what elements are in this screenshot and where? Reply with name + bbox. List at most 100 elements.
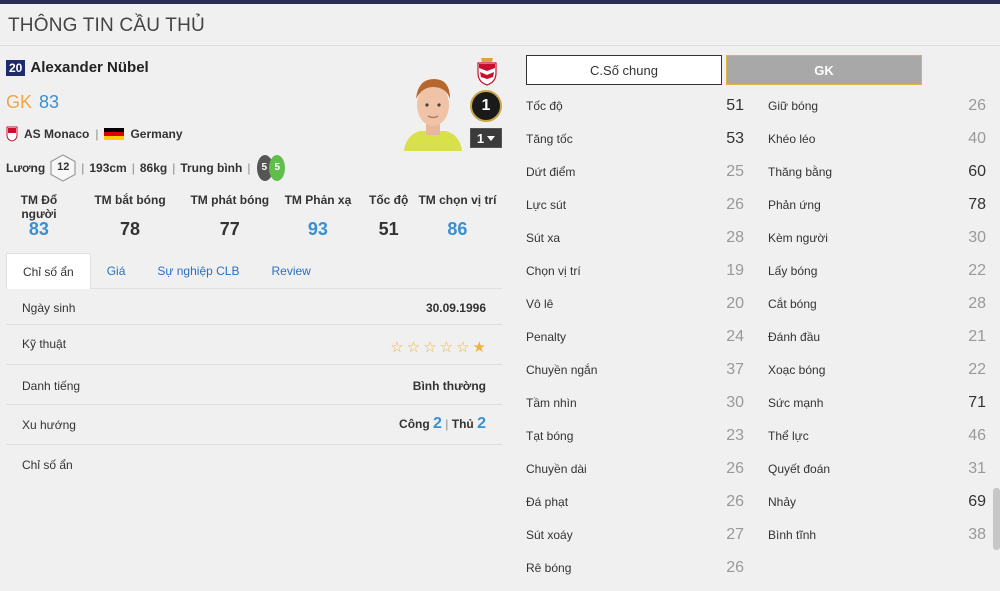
hidden-stats-label: Chỉ số ẩn [22,458,73,472]
stat-value: 28 [968,294,986,312]
gk-stats-button[interactable]: GK [726,55,922,85]
position-overall: GK 83 [6,92,59,113]
stat-row: Thăng bằng 60 [768,155,986,188]
stat-label: Rê bóng [526,560,572,575]
skill-label: Kỹ thuật [22,337,67,351]
stat-row: Cắt bóng 28 [768,287,986,320]
stat-value: 71 [968,393,986,411]
stat-value: 31 [968,459,986,477]
upgrade-level-badge: 1 [470,90,502,122]
stat-row: Tăng tốc 53 [526,122,744,155]
key-attributes: TM Đổ người 83 TM bắt bóng 78 TM phát bóng 77… [6,193,502,240]
key-attr-label: Tốc độ [368,193,409,207]
stat-row: Lấy bóng 22 [768,254,986,287]
stat-label: Tầm nhìn [526,395,577,410]
key-attr: TM Đổ người 83 [6,193,72,240]
separator: | [95,127,99,141]
stat-label: Đánh đầu [768,329,821,344]
stat-value: 37 [726,360,744,378]
key-attr: TM chọn vị trí 86 [413,193,502,240]
stat-value: 25 [726,162,744,180]
stat-row: Giữ bóng 26 [768,89,986,122]
reputation-label: Danh tiếng [22,379,81,393]
position-label: GK [6,92,33,112]
club-nation-row: AS Monaco | Germany [6,126,183,142]
stat-row: Penalty 24 [526,320,744,353]
general-stats-button[interactable]: C.Số chung [526,55,722,85]
foot-icon: 5 5 [255,154,287,182]
reputation-row: Danh tiếng Bình thường [6,365,502,405]
info-tabs: Chỉ số ẩn Giá Sự nghiệp CLB Review [6,253,502,289]
reputation-value: Bình thường [412,379,486,393]
stat-row: Kèm người 30 [768,221,986,254]
stat-label: Bình tĩnh [768,527,817,542]
stat-label: Giữ bóng [768,98,819,113]
skill-row: Kỹ thuật ☆ ☆ ☆ ☆ ☆ ★ [6,325,502,365]
salary-hex-icon: 12 [50,154,76,182]
stat-row: Xoạc bóng 22 [768,353,986,386]
star-icon: ☆ [406,339,421,356]
stat-label: Tăng tốc [526,131,573,146]
stat-label: Nhảy [768,494,797,509]
stat-label: Chọn vị trí [526,263,581,278]
key-attr: TM bắt bóng 78 [72,193,188,240]
tendency-value: Công 2 | Thủ 2 [399,415,486,433]
player-name-row: 20 Alexander Nübel [6,59,149,76]
stat-value: 30 [968,228,986,246]
tab-hidden-stats[interactable]: Chỉ số ẩn [6,253,91,289]
scrollbar-thumb[interactable] [993,488,1000,550]
stat-value: 26 [726,459,744,477]
tab-price[interactable]: Giá [91,253,142,289]
dob-label: Ngày sinh [22,301,76,315]
stat-label: Sức mạnh [768,395,824,410]
player-name: Alexander Nübel [30,59,149,76]
stat-value: 40 [968,129,986,147]
stat-label: Chuyền ngắn [526,362,598,377]
club-name[interactable]: AS Monaco [24,127,89,141]
upgrade-level-select[interactable]: 1 [470,128,502,148]
stat-value: 20 [726,294,744,312]
stat-row: Quyết đoán 31 [768,452,986,485]
dob-value: 30.09.1996 [425,301,486,315]
stat-label: Thăng bằng [768,164,833,179]
stat-row: Phản ứng 78 [768,188,986,221]
stat-label: Lấy bóng [768,263,818,278]
tab-club-career[interactable]: Sự nghiệp CLB [141,253,255,289]
stat-row: Đá phạt 26 [526,485,744,518]
stat-value: 38 [968,525,986,543]
key-attr-value: 83 [28,219,49,239]
tab-review[interactable]: Review [255,253,326,289]
weak-foot-value: 5 [261,162,268,173]
stat-row: Dứt điểm 25 [526,155,744,188]
stat-value: 22 [968,360,986,378]
tendency-row: Xu hướng Công 2 | Thủ 2 [6,405,502,445]
stat-label: Phản ứng [768,197,821,212]
separator: | [131,161,135,175]
key-attr-label: TM Đổ người [20,193,58,221]
stats-panel: C.Số chung GK Tốc độ 51 Tăng tốc 53 Dứt điểm… [526,55,988,585]
salary-label: Lương [6,161,46,175]
weight-value: 86kg [139,161,168,175]
stat-value: 53 [726,129,744,147]
salary-physique-row: Lương 12 | 193cm | 86kg | Trung bình | 5… [6,154,287,182]
stat-value: 26 [726,558,744,576]
shirt-number-badge: 20 [6,59,26,76]
player-portrait [404,79,462,151]
stat-value: 60 [968,162,986,180]
key-attr-label: TM chọn vị trí [418,193,497,207]
key-attr: Tốc độ 51 [364,193,412,240]
stat-value: 28 [726,228,744,246]
star-icon: ☆ [439,339,454,356]
stat-label: Quyết đoán [768,461,831,476]
nation-name[interactable]: Germany [130,127,182,141]
key-attr-value: 77 [219,219,240,239]
dob-row: Ngày sinh 30.09.1996 [6,291,502,325]
stat-label: Khéo léo [768,131,816,146]
stat-row: Lực sút 26 [526,188,744,221]
separator: | [445,417,449,431]
stat-label: Penalty [526,329,567,344]
player-panel: 20 Alexander Nübel GK 83 AS Monaco | Ger… [6,56,502,586]
stat-row: Bình tĩnh 38 [768,518,986,551]
stat-value: 51 [726,96,744,114]
club-crest-icon [477,58,497,86]
